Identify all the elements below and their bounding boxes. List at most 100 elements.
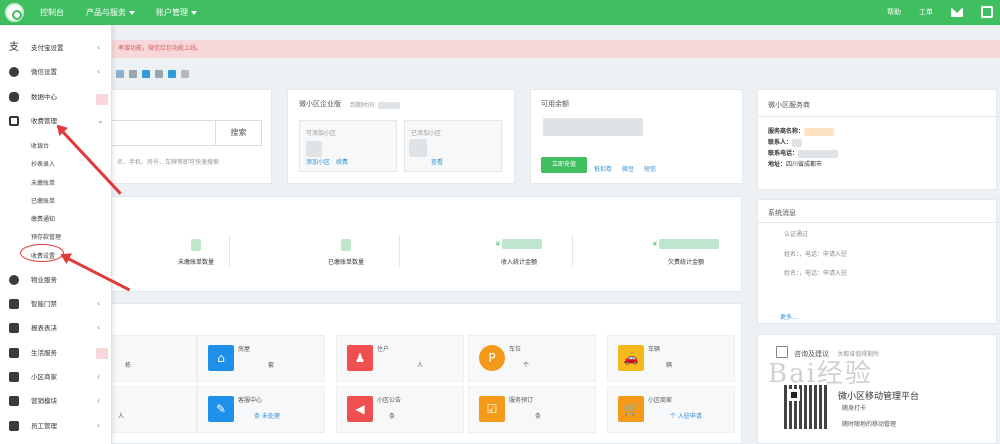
sidebar-item-staff[interactable]: 员工管理 ‹ bbox=[0, 415, 112, 437]
wrench-icon: ✎ bbox=[208, 396, 234, 422]
cart-icon bbox=[9, 372, 19, 382]
nav-account-management[interactable]: 账户管理 bbox=[156, 0, 197, 25]
tile-parking[interactable]: P 车位 个 bbox=[468, 335, 596, 382]
fee-icon bbox=[9, 116, 19, 126]
calendar-icon: ☑ bbox=[479, 396, 505, 422]
grid-icon[interactable] bbox=[181, 70, 189, 78]
balance-title: 可用余额 bbox=[541, 100, 569, 108]
tile-announcements[interactable]: ◀ 小区公告 条 bbox=[336, 386, 464, 433]
sidebar-item-report-vote[interactable]: 报表表决 ‹ bbox=[0, 317, 112, 339]
chevron-left-icon: ‹ bbox=[97, 396, 101, 405]
balance-links: 抵扣卷 微豆 短信 bbox=[594, 164, 666, 173]
sidebar-item-marketing[interactable]: 营销模块 ‹ bbox=[0, 390, 112, 412]
search-hint: 名、手机、房号、车牌等即可快速搜索 bbox=[117, 159, 220, 166]
highlight-mark bbox=[96, 94, 108, 105]
added-community-box: 已添加小区 查看 bbox=[404, 120, 502, 172]
sidebar-item-smart-access[interactable]: 智能门禁 ‹ bbox=[0, 293, 112, 315]
submenu-meter-entry[interactable]: 抄表录入 bbox=[31, 159, 55, 168]
tile-service-booking[interactable]: ☑ 服务预订 条 bbox=[468, 386, 596, 433]
help-link[interactable]: 帮助 bbox=[887, 0, 901, 25]
system-message-item[interactable]: 认证通过 bbox=[784, 229, 808, 238]
system-message-item[interactable]: 姓名：，电话：申请入驻 bbox=[784, 268, 847, 277]
plan-panel: 微小区企业版 到期时间: 可添加小区 添加小区 续费 已添加小区 查看 bbox=[287, 89, 515, 184]
service-provider-info: 服务商名称： 联系人： 联系电话： 地址：四川省成都市 bbox=[768, 126, 839, 170]
parking-icon: P bbox=[479, 345, 505, 371]
sidebar-item-wechat[interactable]: 微信设置 ‹ bbox=[0, 61, 112, 83]
app-logo[interactable] bbox=[5, 3, 24, 22]
chevron-down-icon: ⌄ bbox=[97, 116, 104, 125]
service-provider-panel: 微小区服务商 服务商名称： 联系人： 联系电话： 地址：四川省成都市 bbox=[757, 89, 997, 190]
statistics-panel: 未缴账单数量 已缴账单数量 ¥ 收入统计金额 ¥ 欠费统计金额 bbox=[106, 196, 742, 292]
app-subtitle: 随时随地的移动管理 bbox=[842, 421, 897, 428]
can-add-label: 可添加小区 bbox=[306, 130, 337, 137]
megaphone-icon: ◀ bbox=[347, 396, 373, 422]
submenu-cashier[interactable]: 收银台 bbox=[31, 141, 49, 150]
image-icon[interactable] bbox=[116, 70, 124, 78]
more-messages-link[interactable]: 更多... bbox=[780, 312, 798, 321]
submenu-unpaid-bills[interactable]: 未缴账单 bbox=[31, 178, 55, 187]
picture-icon[interactable] bbox=[168, 70, 176, 78]
tile-vehicles[interactable]: 🚗 车辆 辆 bbox=[607, 335, 735, 382]
add-community-link[interactable]: 添加小区 bbox=[306, 159, 330, 166]
chevron-down-icon bbox=[129, 10, 135, 15]
paid-bill-count: 已缴账单数量 bbox=[267, 239, 425, 266]
tile-merchants[interactable]: 🛒 小区商家 个 入驻申请 bbox=[607, 386, 735, 433]
service-icon bbox=[9, 275, 19, 285]
app-tip: 随身打卡 bbox=[842, 405, 867, 412]
plan-title: 微小区企业版 bbox=[299, 100, 341, 108]
nav-products-services[interactable]: 产品与服务 bbox=[86, 0, 135, 25]
search-panel: 搜索 名、手机、房号、车牌等即可快速搜索 bbox=[106, 89, 272, 184]
mail-icon[interactable] bbox=[951, 8, 963, 17]
recharge-button[interactable]: 立即充值 bbox=[541, 157, 587, 173]
unpaid-bill-count: 未缴账单数量 bbox=[117, 239, 275, 266]
submenu-prepaid-management[interactable]: 预存款管理 bbox=[31, 232, 61, 241]
watermark: Bai经验 bbox=[768, 359, 873, 389]
announcement-alert: 率增功能，微信红包功能上线。 bbox=[106, 40, 1000, 58]
database-icon bbox=[9, 92, 19, 102]
sidebar-item-merchants[interactable]: 小区商家 ‹ bbox=[0, 366, 112, 388]
qq-icon[interactable] bbox=[142, 70, 150, 78]
app-name: 微小区移动管理平台 bbox=[838, 392, 920, 402]
balance-panel: 可用余额 立即充值 抵扣卷 微豆 短信 bbox=[530, 89, 743, 184]
system-messages-panel: 系统消息 认证通过 姓名：，电话：申请入驻 姓名：，电话：申请入驻 更多... bbox=[757, 199, 997, 324]
user-icon[interactable] bbox=[981, 6, 993, 18]
alert-text: 率增功能，微信红包功能上线。 bbox=[118, 45, 203, 52]
search-button[interactable]: 搜索 bbox=[215, 121, 261, 145]
can-add-links: 添加小区 续费 bbox=[306, 157, 348, 166]
chart-icon bbox=[9, 323, 19, 333]
added-label: 已添加小区 bbox=[411, 130, 442, 137]
wechat-icon[interactable] bbox=[155, 70, 163, 78]
bank-icon bbox=[9, 348, 19, 358]
points-link[interactable]: 微豆 bbox=[622, 166, 634, 173]
search-input[interactable]: 搜索 bbox=[107, 120, 262, 146]
tile-houses[interactable]: ⌂ 房屋 套 bbox=[197, 335, 325, 382]
income-total: ¥ 收入统计金额 bbox=[440, 239, 598, 266]
renew-link[interactable]: 续费 bbox=[336, 159, 348, 166]
chevron-left-icon: ‹ bbox=[97, 299, 101, 308]
coupon-link[interactable]: 抵扣卷 bbox=[594, 166, 612, 173]
submenu-payment-notice[interactable]: 缴费通知 bbox=[31, 214, 55, 223]
sidebar-item-alipay[interactable]: 支 支付宝设置 ‹ bbox=[0, 37, 112, 59]
tile-customer-service[interactable]: ✎ 客服中心 条 未处理 bbox=[197, 386, 325, 433]
cart-icon: 🛒 bbox=[618, 396, 644, 422]
tile-residents[interactable]: ♟ 住户 人 bbox=[336, 335, 464, 382]
staff-icon bbox=[9, 421, 19, 431]
view-link[interactable]: 查看 bbox=[431, 157, 443, 166]
chevron-left-icon: ‹ bbox=[97, 421, 101, 430]
top-navigation-bar: 控制台 产品与服务 账户管理 帮助 工单 bbox=[0, 0, 1000, 25]
chevron-down-icon bbox=[191, 10, 197, 15]
person-icon[interactable] bbox=[129, 70, 137, 78]
highlight-mark bbox=[96, 348, 108, 359]
dashboard-tiles: 栋 ⌂ 房屋 套 ♟ 住户 人 P 车位 个 🚗 车辆 辆 人 ✎ 客服中心 条… bbox=[69, 303, 742, 444]
chevron-left-icon: ‹ bbox=[97, 372, 101, 381]
home-icon: ⌂ bbox=[208, 345, 234, 371]
system-message-item[interactable]: 姓名：，电话：申请入驻 bbox=[784, 249, 847, 258]
submenu-paid-bills[interactable]: 已缴账单 bbox=[31, 196, 55, 205]
service-provider-title: 微小区服务商 bbox=[768, 101, 810, 109]
left-sidebar-menu: 支 支付宝设置 ‹ 微信设置 ‹ 数据中心 收费管理 ⌄ 收银台 抄表录入 未缴账单 … bbox=[0, 25, 112, 444]
sms-link[interactable]: 短信 bbox=[644, 166, 656, 173]
can-add-community-box: 可添加小区 添加小区 续费 bbox=[299, 120, 397, 172]
nav-console[interactable]: 控制台 bbox=[40, 0, 64, 25]
ticket-link[interactable]: 工单 bbox=[919, 0, 933, 25]
alipay-icon: 支 bbox=[9, 42, 19, 53]
